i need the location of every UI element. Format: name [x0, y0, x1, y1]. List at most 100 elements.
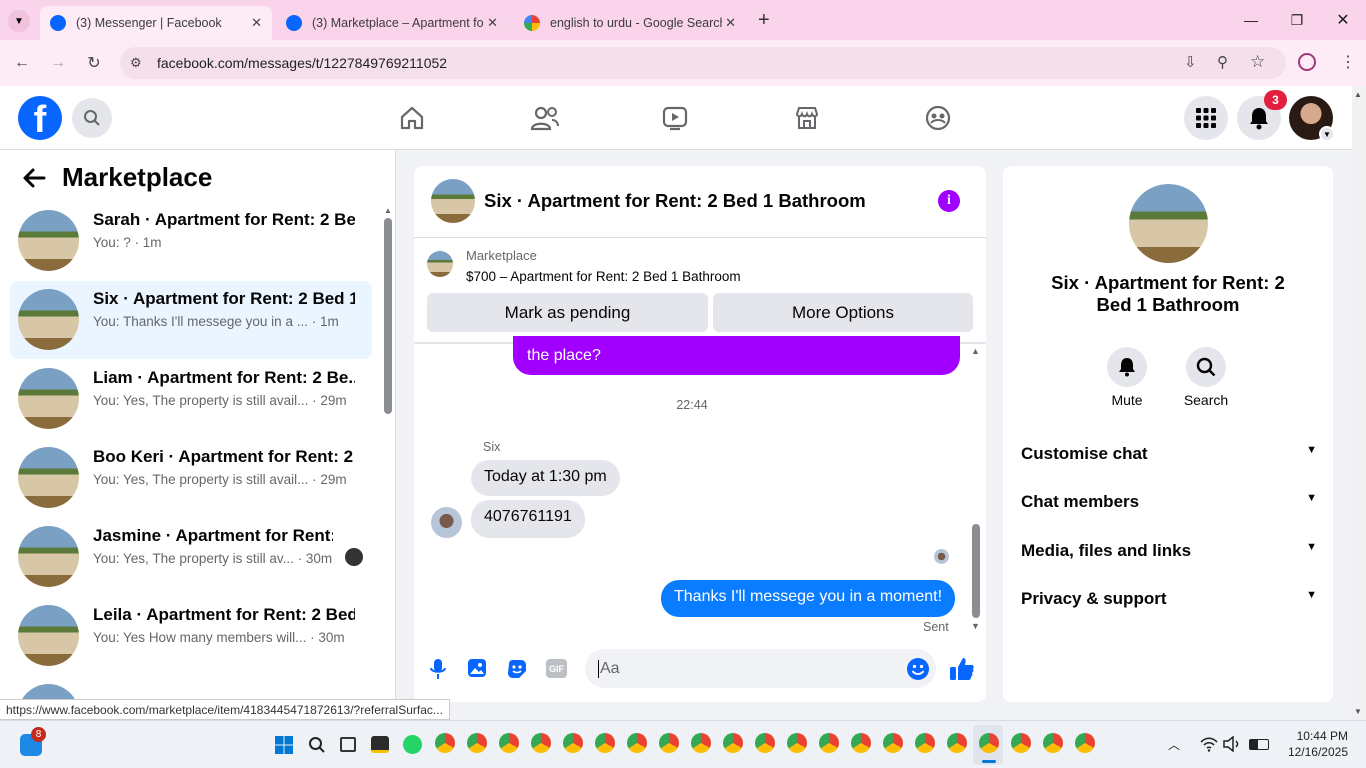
friends-icon[interactable]: [530, 104, 560, 132]
close-tab-icon[interactable]: ✕: [251, 15, 262, 31]
watch-video-icon[interactable]: [661, 104, 689, 132]
maximize-icon[interactable]: ❐: [1274, 0, 1320, 40]
bookmark-star-icon[interactable]: ☆: [1250, 52, 1265, 72]
search-conversation-icon[interactable]: [1186, 347, 1226, 387]
windows-start-icon[interactable]: [275, 736, 293, 754]
chrome-icon[interactable]: [1011, 733, 1031, 753]
conversation-item[interactable]: Jasmine · Apartment for Rent:... You: Ye…: [10, 518, 372, 596]
site-info-icon[interactable]: ⚙: [130, 55, 142, 71]
home-icon[interactable]: [398, 104, 426, 132]
install-app-icon[interactable]: ⇩: [1184, 53, 1197, 71]
task-view-icon[interactable]: [340, 737, 356, 752]
tab-messenger[interactable]: (3) Messenger | Facebook ✕: [40, 6, 272, 40]
chrome-icon[interactable]: [691, 733, 711, 753]
close-tab-icon[interactable]: ✕: [725, 15, 736, 31]
chrome-icon[interactable]: [531, 733, 551, 753]
conversation-item[interactable]: Liam · Apartment for Rent: 2 Be... You: …: [10, 360, 372, 438]
chrome-icon[interactable]: [1043, 733, 1063, 753]
conversation-item[interactable]: Leila · Apartment for Rent: 2 Bed... You…: [10, 597, 372, 675]
new-tab-icon[interactable]: +: [758, 9, 770, 32]
back-icon[interactable]: ←: [10, 51, 34, 75]
scroll-down-arrow[interactable]: ▼: [971, 621, 980, 631]
mark-as-pending-button[interactable]: Mark as pending: [427, 293, 708, 332]
chrome-icon[interactable]: [883, 733, 903, 753]
chrome-icon[interactable]: [659, 733, 679, 753]
chrome-icon[interactable]: [851, 733, 871, 753]
taskbar-search-icon[interactable]: [308, 736, 326, 754]
info-icon[interactable]: i: [938, 190, 960, 212]
chat-header-thumbnail[interactable]: [431, 179, 475, 223]
chrome-icon[interactable]: [467, 733, 487, 753]
close-tab-icon[interactable]: ✕: [487, 15, 498, 31]
conversation-item[interactable]: Sarah · Apartment for Rent: 2 Be... You:…: [10, 202, 372, 280]
close-window-icon[interactable]: ✕: [1320, 0, 1366, 40]
taskbar-time[interactable]: 10:44 PM: [1286, 729, 1348, 743]
battery-icon[interactable]: [1249, 739, 1269, 750]
page-scrollbar[interactable]: [1352, 86, 1366, 720]
menu-grid-icon[interactable]: [1184, 96, 1228, 140]
menu-icon[interactable]: ⋮: [1340, 52, 1356, 72]
minimize-icon[interactable]: —: [1228, 0, 1274, 40]
media-files-links-section[interactable]: Media, files and links ▼: [1021, 541, 1317, 561]
chat-profile-thumbnail[interactable]: [1129, 184, 1208, 263]
customise-chat-section[interactable]: Customise chat ▼: [1021, 444, 1317, 464]
volume-icon[interactable]: [1223, 736, 1241, 752]
sticker-icon[interactable]: [506, 658, 528, 680]
search-label[interactable]: Search: [1178, 392, 1234, 408]
chrome-icon[interactable]: [755, 733, 775, 753]
wifi-icon[interactable]: [1200, 736, 1218, 752]
tray-chevron-icon[interactable]: ︿: [1168, 736, 1180, 753]
back-arrow-icon[interactable]: [22, 167, 46, 189]
chrome-icon[interactable]: [819, 733, 839, 753]
url-text[interactable]: facebook.com/messages/t/1227849769211052: [157, 55, 447, 71]
listing-title[interactable]: $700 – Apartment for Rent: 2 Bed 1 Bathr…: [466, 269, 741, 284]
voice-clip-icon[interactable]: [428, 658, 448, 680]
gif-icon[interactable]: GIF: [546, 659, 567, 678]
emoji-icon[interactable]: [906, 657, 930, 681]
message-input[interactable]: [585, 649, 936, 688]
facebook-logo-icon[interactable]: f: [18, 96, 62, 140]
sender-avatar[interactable]: [431, 507, 462, 538]
chrome-icon-active[interactable]: [979, 733, 999, 753]
zoom-icon[interactable]: ⚲: [1217, 53, 1228, 71]
scroll-up-arrow[interactable]: ▲: [971, 346, 980, 356]
chrome-icon[interactable]: [435, 733, 455, 753]
chrome-icon[interactable]: [915, 733, 935, 753]
mute-bell-icon[interactable]: [1107, 347, 1147, 387]
reload-icon[interactable]: ↻: [82, 51, 106, 75]
chrome-icon[interactable]: [947, 733, 967, 753]
privacy-support-section[interactable]: Privacy & support ▼: [1021, 589, 1317, 609]
conversation-item[interactable]: Boo Keri · Apartment for Rent: 2 ... You…: [10, 439, 372, 517]
search-icon[interactable]: [72, 98, 112, 138]
profile-icon[interactable]: [1298, 53, 1316, 71]
tab-search-icon[interactable]: ▼: [8, 10, 30, 32]
chrome-icon[interactable]: [787, 733, 807, 753]
chrome-icon[interactable]: [595, 733, 615, 753]
chat-title[interactable]: Six · Apartment for Rent: 2 Bed 1 Bathro…: [484, 190, 866, 212]
chat-scrollbar-thumb[interactable]: [972, 524, 980, 618]
account-chevron-icon[interactable]: ▼: [1319, 126, 1335, 142]
chrome-icon[interactable]: [499, 733, 519, 753]
tab-google[interactable]: english to urdu - Google Search ✕: [514, 6, 746, 40]
taskbar-date[interactable]: 12/16/2025: [1280, 745, 1348, 759]
chrome-icon[interactable]: [1075, 733, 1095, 753]
scroll-down-arrow[interactable]: ▼: [1354, 707, 1362, 716]
mute-label[interactable]: Mute: [1100, 392, 1154, 408]
chrome-icon[interactable]: [627, 733, 647, 753]
gaming-icon[interactable]: [924, 104, 952, 132]
marketplace-icon[interactable]: [793, 104, 821, 132]
chrome-icon[interactable]: [563, 733, 583, 753]
forward-icon[interactable]: →: [46, 51, 70, 75]
whatsapp-icon[interactable]: [403, 735, 422, 754]
app-icon[interactable]: [371, 736, 389, 753]
photo-icon[interactable]: [467, 658, 487, 678]
scroll-up-arrow[interactable]: ▲: [1354, 90, 1362, 99]
scroll-up-arrow[interactable]: ▲: [384, 206, 392, 215]
conversation-item-selected[interactable]: Six · Apartment for Rent: 2 Bed 1... You…: [10, 281, 372, 359]
chrome-icon[interactable]: [723, 733, 743, 753]
like-thumbs-up-icon[interactable]: [949, 656, 975, 682]
more-options-button[interactable]: More Options: [713, 293, 973, 332]
tab-marketplace[interactable]: (3) Marketplace – Apartment fo ✕: [276, 6, 508, 40]
left-scrollbar-thumb[interactable]: [384, 218, 392, 414]
chat-members-section[interactable]: Chat members ▼: [1021, 492, 1317, 512]
